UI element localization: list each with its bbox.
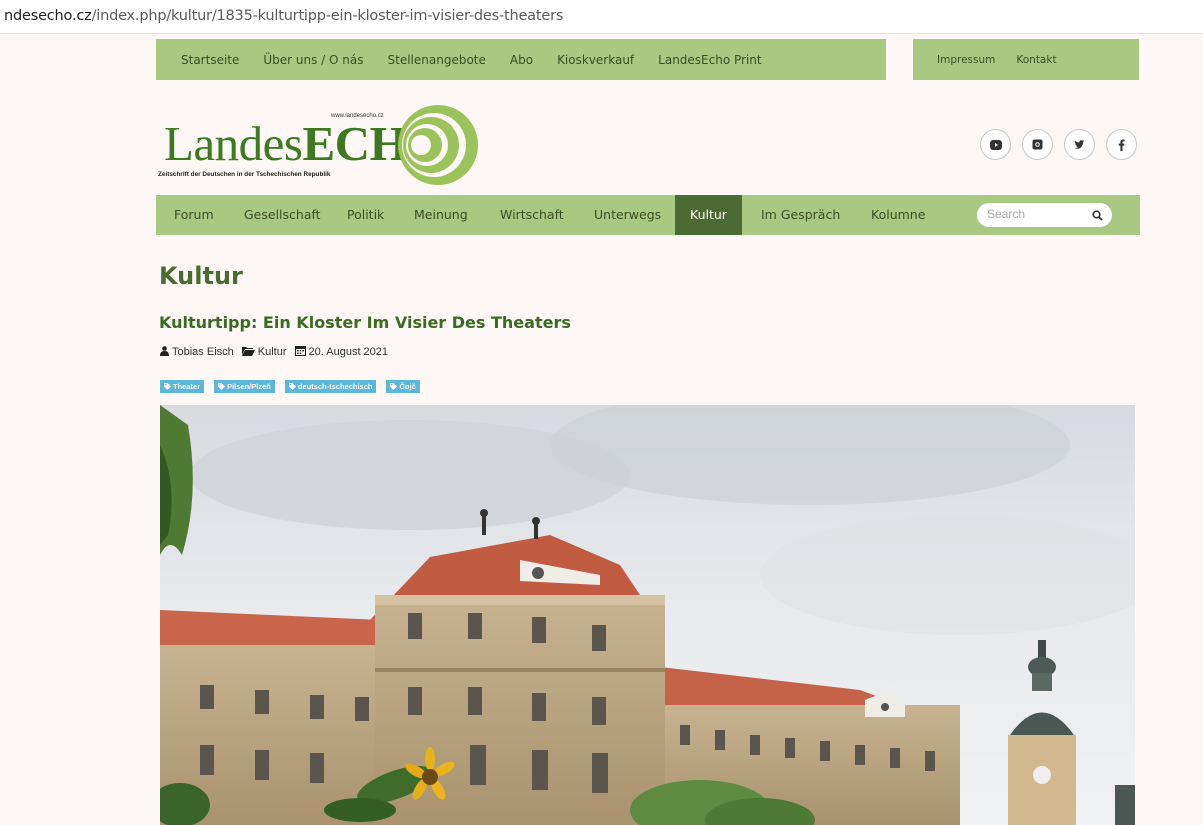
top-nav-landesecho-print[interactable]: LandesEcho Print <box>658 53 761 67</box>
user-icon <box>160 345 169 359</box>
article-hero-image <box>160 405 1135 825</box>
logo-echo-rings-icon <box>398 105 478 185</box>
nav-meinung[interactable]: Meinung <box>414 195 468 235</box>
url-text[interactable]: ndesecho.cz/index.php/kultur/1835-kultur… <box>4 8 563 24</box>
article-title[interactable]: Kulturtipp: Ein Kloster Im Visier Des Th… <box>159 313 571 332</box>
top-nav-impressum[interactable]: Impressum <box>937 54 995 66</box>
nav-unterwegs[interactable]: Unterwegs <box>594 195 661 235</box>
tag-cojc[interactable]: Čojč <box>386 380 420 393</box>
article-date: 20. August 2021 <box>308 346 389 358</box>
calendar-icon <box>294 345 306 359</box>
tag-icon <box>164 383 171 390</box>
folder-icon <box>241 346 255 359</box>
top-navigation-secondary: Impressum Kontakt <box>913 39 1139 80</box>
search-icon[interactable] <box>1092 208 1103 226</box>
tag-deutsch-tschechisch[interactable]: deutsch-tschechisch <box>284 380 377 393</box>
nav-kolumne[interactable]: Kolumne <box>871 195 925 235</box>
tag-icon <box>390 383 398 390</box>
search-box <box>977 203 1112 227</box>
nav-gesellschaft[interactable]: Gesellschaft <box>244 195 321 235</box>
tag-list: Theater Pilsen/Plzeň deutsch-tschechisch… <box>160 380 430 393</box>
main-navigation: Forum Gesellschaft Politik Meinung Wirts… <box>156 195 1140 235</box>
youtube-icon[interactable] <box>980 129 1011 160</box>
top-nav-ueber-uns[interactable]: Über uns / O nás <box>263 53 363 67</box>
site-logo[interactable]: www.landesecho.cz LandesECHO Zeitschrift… <box>156 96 496 192</box>
tag-icon <box>218 383 226 390</box>
browser-address-bar[interactable]: ndesecho.cz/index.php/kultur/1835-kultur… <box>0 0 1203 34</box>
instagram-icon[interactable] <box>1022 129 1053 160</box>
nav-politik[interactable]: Politik <box>347 195 384 235</box>
top-nav-stellenangebote[interactable]: Stellenangebote <box>388 53 486 67</box>
tag-icon <box>288 383 296 390</box>
nav-wirtschaft[interactable]: Wirtschaft <box>500 195 564 235</box>
nav-kultur[interactable]: Kultur <box>675 195 742 235</box>
top-nav-startseite[interactable]: Startseite <box>181 53 239 67</box>
article-section[interactable]: Kultur <box>258 346 287 358</box>
tag-theater[interactable]: Theater <box>160 380 205 393</box>
top-nav-kontakt[interactable]: Kontakt <box>1016 54 1056 66</box>
tag-pilsen[interactable]: Pilsen/Plzeň <box>214 380 275 393</box>
top-nav-kioskverkauf[interactable]: Kioskverkauf <box>557 53 634 67</box>
top-nav-abo[interactable]: Abo <box>510 53 533 67</box>
logo-tagline: Zeitschrift der Deutschen in der Tschech… <box>158 171 331 178</box>
twitter-icon[interactable] <box>1064 129 1095 160</box>
search-input[interactable] <box>987 207 1087 221</box>
category-title: Kultur <box>159 262 243 290</box>
article-meta: Tobias Eisch Kultur 20. August 2021 <box>160 345 396 359</box>
article-author[interactable]: Tobias Eisch <box>172 346 234 358</box>
facebook-icon[interactable] <box>1106 129 1137 160</box>
top-navigation: Startseite Über uns / O nás Stellenangeb… <box>156 39 886 80</box>
nav-im-gespraech[interactable]: Im Gespräch <box>761 195 840 235</box>
nav-forum[interactable]: Forum <box>174 195 214 235</box>
